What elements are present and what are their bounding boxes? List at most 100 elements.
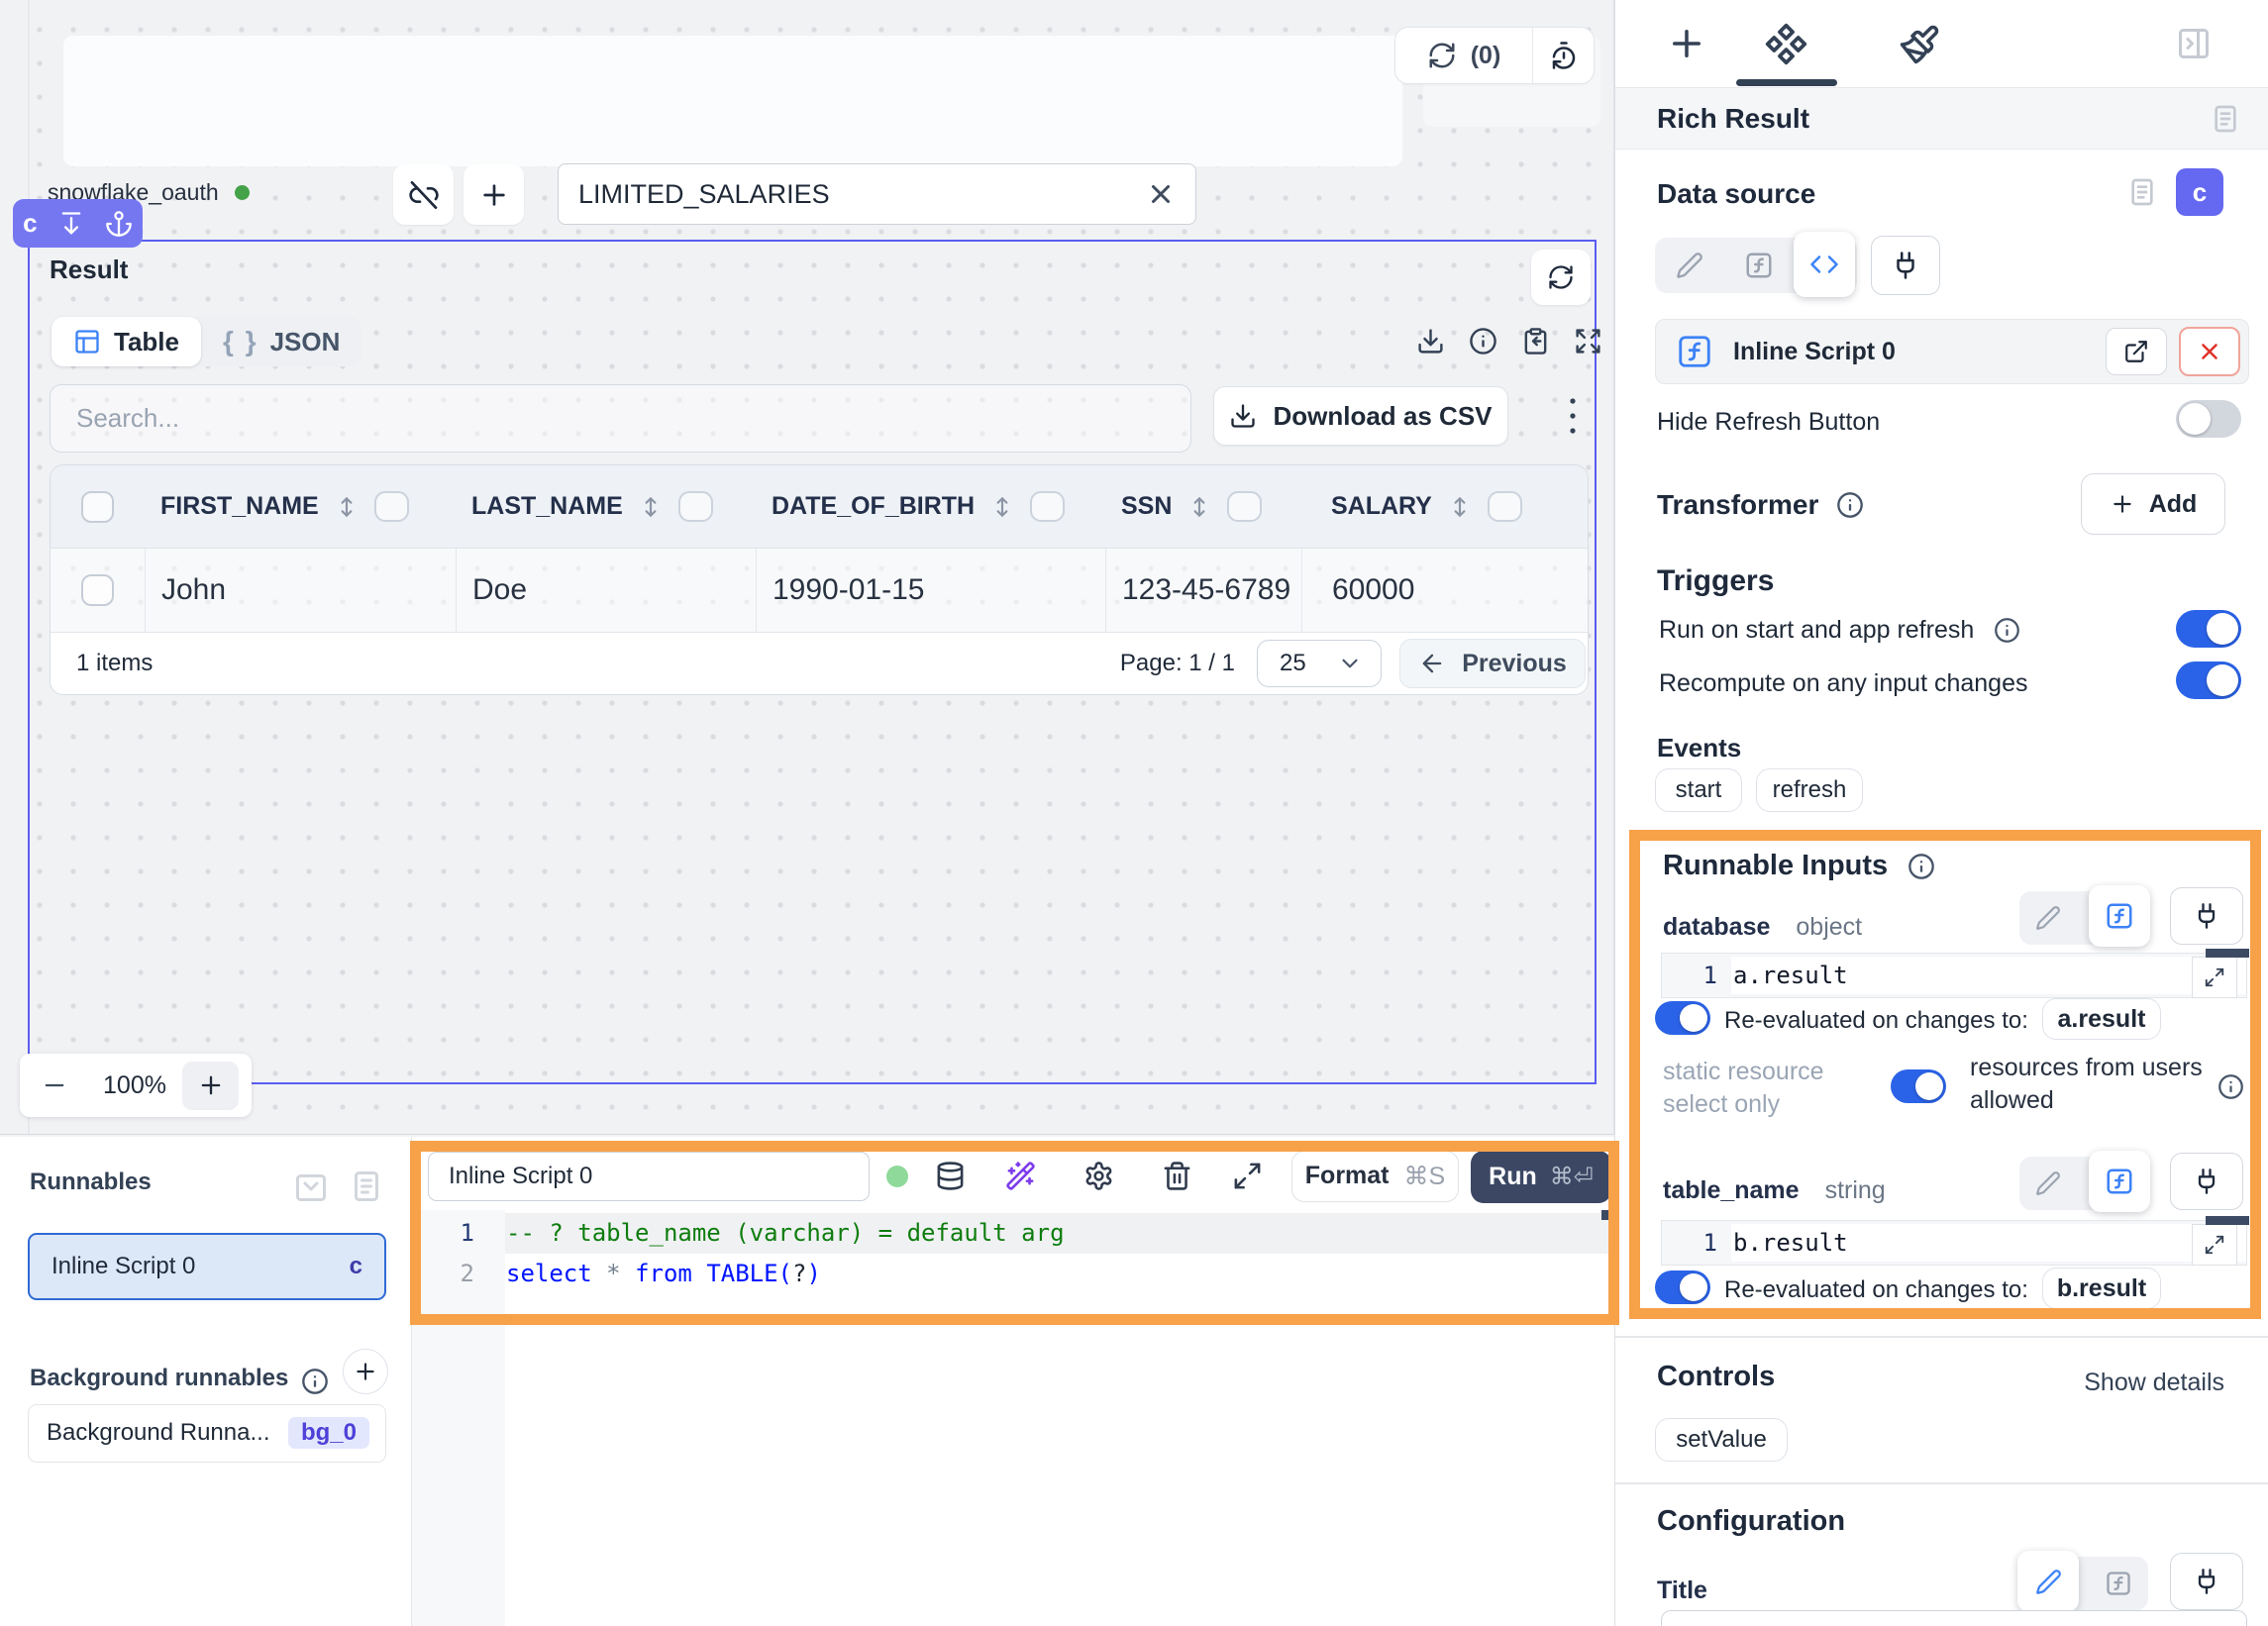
setvalue-control-chip[interactable]: setValue [1655, 1418, 1788, 1462]
script-name-field[interactable] [428, 1152, 870, 1201]
sort-icon[interactable] [334, 494, 360, 520]
expand-down-icon[interactable] [57, 210, 85, 238]
code-line-1[interactable]: -- ? table_name (varchar) = default arg [506, 1213, 1065, 1254]
row-checkbox-cell[interactable] [51, 549, 145, 632]
table-row[interactable]: John Doe 1990-01-15 123-45-6789 60000 [51, 549, 1588, 633]
expand-editor-button[interactable] [2192, 957, 2237, 998]
table-name-input[interactable] [578, 179, 1146, 210]
result-refresh-button[interactable] [1531, 250, 1591, 305]
header-last-name[interactable]: LAST_NAME [456, 465, 756, 548]
database-button[interactable] [935, 1161, 966, 1196]
sort-icon[interactable] [1447, 494, 1473, 520]
unlink-button[interactable] [393, 164, 454, 225]
add-background-runnable-button[interactable] [343, 1349, 388, 1394]
database-expr-editor[interactable]: 1 a.result [1661, 953, 2247, 998]
tab-table[interactable]: Table [52, 317, 201, 366]
eval-mode-button[interactable] [2089, 1151, 2150, 1212]
search-input[interactable] [76, 403, 1165, 434]
connect-mode-button[interactable] [1871, 236, 1940, 295]
app-canvas[interactable]: (0) snowflake_oauth c Result Ta [0, 0, 1614, 1135]
connect-mode-button[interactable] [2170, 1553, 2243, 1610]
delete-script-button[interactable] [1162, 1161, 1192, 1196]
checkbox[interactable] [81, 574, 114, 606]
previous-page-button[interactable]: Previous [1399, 639, 1586, 688]
static-mode-button[interactable] [2019, 1170, 2077, 1196]
column-pill[interactable] [374, 491, 409, 522]
table-name-field[interactable] [558, 163, 1196, 225]
header-date-of-birth[interactable]: DATE_OF_BIRTH [756, 465, 1105, 548]
open-script-button[interactable] [2106, 328, 2167, 375]
download-csv-button[interactable]: Download as CSV [1213, 386, 1508, 446]
table-menu-button[interactable] [1551, 390, 1595, 442]
reeval-chip-a-result[interactable]: a.result [2042, 998, 2161, 1040]
column-pill[interactable] [1227, 491, 1262, 522]
components-tab-icon[interactable] [1764, 22, 1808, 66]
resources-from-users-toggle[interactable] [1891, 1069, 1946, 1103]
tab-json[interactable]: { } JSON [201, 326, 361, 357]
remove-script-button[interactable] [2179, 327, 2240, 376]
expand-editor-button[interactable] [2192, 1224, 2237, 1266]
format-button[interactable]: Format ⌘S [1291, 1151, 1459, 1202]
expand-icon[interactable] [1574, 327, 1602, 356]
connect-mode-button[interactable] [2170, 1153, 2243, 1210]
code-mode-button[interactable] [1794, 232, 1855, 297]
column-pill[interactable] [1030, 491, 1065, 522]
static-mode-button[interactable] [1655, 252, 1724, 279]
app-refresh-button[interactable]: (0) [1395, 28, 1533, 83]
table-name-reeval-toggle[interactable] [1655, 1270, 1710, 1304]
doc-icon[interactable] [2210, 103, 2241, 135]
page-size-select[interactable]: 25 [1257, 640, 1382, 687]
event-chip-refresh[interactable]: refresh [1756, 768, 1863, 812]
add-transformer-button[interactable]: Add [2081, 473, 2225, 535]
background-runnable-item[interactable]: Background Runna... bg_0 [28, 1404, 386, 1463]
column-pill[interactable] [678, 491, 713, 522]
add-column-button[interactable] [464, 164, 524, 225]
doc-icon[interactable] [349, 1169, 384, 1204]
ai-assist-button[interactable] [1005, 1161, 1036, 1196]
theme-brush-tab-icon[interactable] [1899, 24, 1940, 65]
table-search[interactable] [50, 384, 1191, 453]
insert-tab-plus-icon[interactable] [1666, 23, 1707, 64]
hide-refresh-toggle[interactable] [2176, 400, 2241, 438]
download-icon[interactable] [1416, 327, 1445, 356]
expand-editor-button[interactable] [1232, 1161, 1263, 1196]
info-icon[interactable] [1469, 327, 1497, 356]
inbox-icon[interactable] [293, 1169, 329, 1204]
static-mode-button[interactable] [2019, 905, 2077, 931]
collapse-panel-icon[interactable] [2176, 26, 2212, 61]
header-first-name[interactable]: FIRST_NAME [145, 465, 456, 548]
static-mode-button[interactable] [2017, 1551, 2079, 1612]
anchor-icon[interactable] [105, 210, 133, 238]
template-mode-button[interactable] [1724, 251, 1794, 280]
zoom-in-button[interactable] [182, 1062, 239, 1110]
datasource-script-row[interactable]: Inline Script 0 [1655, 319, 2249, 384]
table-name-expr-editor[interactable]: 1 b.result [1661, 1220, 2247, 1266]
sort-icon[interactable] [638, 494, 664, 520]
recompute-toggle[interactable] [2176, 661, 2241, 699]
zoom-out-button[interactable] [20, 1071, 89, 1099]
reeval-chip-b-result[interactable]: b.result [2042, 1268, 2161, 1309]
run-button[interactable]: Run ⌘⏎ [1471, 1151, 1611, 1203]
column-pill[interactable] [1488, 491, 1522, 522]
show-details-link[interactable]: Show details [2084, 1369, 2224, 1397]
doc-icon[interactable] [2126, 176, 2158, 208]
title-input-partial[interactable] [1661, 1610, 2247, 1626]
result-component[interactable]: Result Table { } JSON Download as CS [28, 240, 1597, 1084]
sort-icon[interactable] [1186, 494, 1212, 520]
event-chip-start[interactable]: start [1655, 768, 1742, 812]
sort-icon[interactable] [989, 494, 1015, 520]
header-ssn[interactable]: SSN [1105, 465, 1301, 548]
clipboard-copy-icon[interactable] [1521, 327, 1550, 356]
eval-mode-button[interactable] [2089, 885, 2150, 947]
header-select-all[interactable] [51, 465, 145, 548]
code-line-2[interactable]: select * from TABLE(?) [506, 1254, 821, 1294]
checkbox[interactable] [81, 491, 114, 523]
data-source-id-badge[interactable]: c [2176, 168, 2223, 216]
database-reeval-toggle[interactable] [1655, 1001, 1710, 1035]
component-toolbar[interactable]: c [13, 199, 143, 248]
settings-button[interactable] [1083, 1161, 1114, 1196]
canvas-top-container[interactable] [63, 36, 1402, 166]
header-salary[interactable]: SALARY [1301, 465, 1588, 548]
runnable-item-inline-script-0[interactable]: Inline Script 0 c [28, 1233, 386, 1300]
connect-mode-button[interactable] [2170, 887, 2243, 945]
